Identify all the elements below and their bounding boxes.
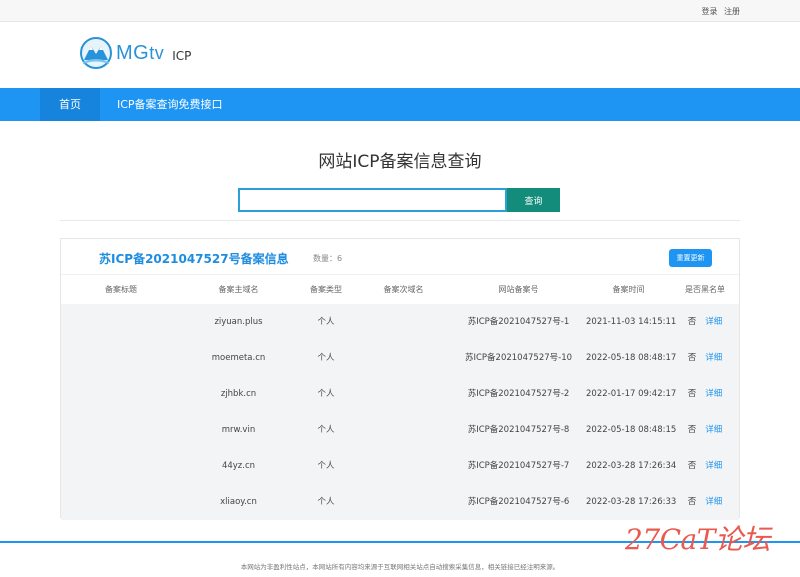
- cell-title: [61, 376, 181, 412]
- cell-title: [61, 304, 181, 340]
- nav-home[interactable]: 首页: [40, 88, 100, 121]
- cell-time: 2022-03-28 17:26:34: [586, 461, 677, 471]
- cell-title: [61, 412, 181, 448]
- cell-blacklist: 否详细: [671, 484, 739, 520]
- cell-subdomain: [356, 304, 451, 340]
- blacklist-value: 否: [687, 461, 697, 471]
- blacklist-value: 否: [687, 389, 697, 399]
- col-time: 备案时间: [612, 285, 645, 294]
- cell-title: [61, 448, 181, 484]
- register-link[interactable]: 注册: [724, 7, 740, 16]
- cell-domain: moemeta.cn: [211, 353, 266, 363]
- col-domain: 备案主域名: [218, 285, 259, 294]
- cell-subdomain: [356, 484, 451, 520]
- cell-icp-number: 苏ICP备2021047527号-7: [467, 461, 570, 471]
- search-input[interactable]: [238, 188, 507, 212]
- cell-subdomain: [356, 340, 451, 376]
- cell-type: 个人: [317, 425, 335, 435]
- record-table: 备案标题 备案主域名 备案类型 备案次域名 网站备案号 备案时间 是否黑名单 z…: [61, 274, 739, 520]
- cell-blacklist: 否详细: [671, 340, 739, 376]
- cell-icp-number: 苏ICP备2021047527号-1: [467, 317, 570, 327]
- site-logo[interactable]: MGtv ICP: [80, 36, 191, 70]
- top-bar: 登录 注册: [0, 0, 800, 22]
- table-row: xliaoy.cn 个人 苏ICP备2021047527号-6 2022-03-…: [61, 484, 739, 520]
- cell-subdomain: [356, 412, 451, 448]
- cell-time: 2022-03-28 17:26:33: [586, 497, 677, 507]
- col-type: 备案类型: [310, 285, 342, 294]
- cell-icp-number: 苏ICP备2021047527号-10: [464, 353, 573, 363]
- table-body: ziyuan.plus 个人 苏ICP备2021047527号-1 2021-1…: [61, 304, 739, 520]
- detail-link[interactable]: 详细: [705, 376, 722, 412]
- table-row: ziyuan.plus 个人 苏ICP备2021047527号-1 2021-1…: [61, 304, 739, 340]
- cell-icp-number: 苏ICP备2021047527号-8: [467, 425, 570, 435]
- table-row: mrw.vin 个人 苏ICP备2021047527号-8 2022-05-18…: [61, 412, 739, 448]
- table-row: moemeta.cn 个人 苏ICP备2021047527号-10 2022-0…: [61, 340, 739, 376]
- table-header: 备案标题 备案主域名 备案类型 备案次域名 网站备案号 备案时间 是否黑名单: [61, 274, 739, 304]
- cell-time: 2022-05-18 08:48:17: [586, 353, 677, 363]
- cell-blacklist: 否详细: [671, 448, 739, 484]
- record-count: 数量：6: [313, 254, 343, 263]
- logo-text: MGtv: [116, 41, 165, 64]
- divider: [60, 220, 740, 221]
- search-button[interactable]: 查询: [507, 188, 560, 212]
- cell-type: 个人: [317, 353, 335, 363]
- cell-type: 个人: [317, 461, 335, 471]
- cell-blacklist: 否详细: [671, 412, 739, 448]
- cell-blacklist: 否详细: [671, 304, 739, 340]
- auth-links: 登录 注册: [697, 6, 740, 17]
- cell-type: 个人: [317, 317, 335, 327]
- site-header: MGtv ICP: [0, 22, 800, 88]
- cell-icp-number: 苏ICP备2021047527号-6: [467, 497, 570, 507]
- cell-subdomain: [356, 376, 451, 412]
- watermark: 27CaT论坛: [625, 523, 770, 556]
- cell-domain: 44yz.cn: [221, 461, 256, 471]
- detail-link[interactable]: 详细: [705, 340, 722, 376]
- footer-disclaimer: 本网站为非盈利性站点，本网站所有内容均来源于互联网相关站点自动搜索采集信息，相关…: [240, 563, 560, 571]
- col-blacklist: 是否黑名单: [685, 285, 725, 294]
- blacklist-value: 否: [687, 425, 697, 435]
- blacklist-value: 否: [687, 317, 697, 327]
- result-panel: 苏ICP备2021047527号备案信息 数量：6 重置更新 备案标题 备案主域…: [60, 238, 740, 520]
- col-icp-number: 网站备案号: [498, 285, 539, 294]
- cell-time: 2022-01-17 09:42:17: [586, 389, 677, 399]
- detail-link[interactable]: 详细: [705, 304, 722, 340]
- detail-link[interactable]: 详细: [705, 412, 722, 448]
- nav-icp-api[interactable]: ICP备案查询免费接口: [117, 88, 223, 121]
- cell-blacklist: 否详细: [671, 376, 739, 412]
- logo-subtitle: ICP: [172, 49, 192, 63]
- detail-link[interactable]: 详细: [705, 484, 722, 520]
- col-subdomain: 备案次域名: [383, 285, 424, 294]
- page-title: 网站ICP备案信息查询: [318, 152, 482, 172]
- cell-time: 2021-11-03 14:15:11: [586, 317, 677, 327]
- cell-title: [61, 340, 181, 376]
- blacklist-value: 否: [687, 497, 697, 507]
- col-title: 备案标题: [105, 285, 137, 294]
- cell-domain: zjhbk.cn: [220, 389, 257, 399]
- cell-icp-number: 苏ICP备2021047527号-2: [467, 389, 570, 399]
- cell-domain: xliaoy.cn: [220, 497, 257, 507]
- detail-link[interactable]: 详细: [705, 448, 722, 484]
- table-row: zjhbk.cn 个人 苏ICP备2021047527号-2 2022-01-1…: [61, 376, 739, 412]
- search-bar: 查询: [238, 188, 560, 212]
- login-link[interactable]: 登录: [701, 7, 717, 16]
- mountain-logo-icon: [80, 37, 112, 69]
- cell-subdomain: [356, 448, 451, 484]
- cell-domain: ziyuan.plus: [214, 317, 263, 327]
- cell-type: 个人: [317, 389, 335, 399]
- refresh-button[interactable]: 重置更新: [669, 249, 712, 267]
- table-row: 44yz.cn 个人 苏ICP备2021047527号-7 2022-03-28…: [61, 448, 739, 484]
- main-nav: 首页 ICP备案查询免费接口: [0, 88, 800, 121]
- cell-domain: mrw.vin: [221, 425, 256, 435]
- panel-title: 苏ICP备2021047527号备案信息: [99, 252, 289, 266]
- cell-time: 2022-05-18 08:48:15: [586, 425, 677, 435]
- cell-title: [61, 484, 181, 520]
- cell-type: 个人: [317, 497, 335, 507]
- blacklist-value: 否: [687, 353, 697, 363]
